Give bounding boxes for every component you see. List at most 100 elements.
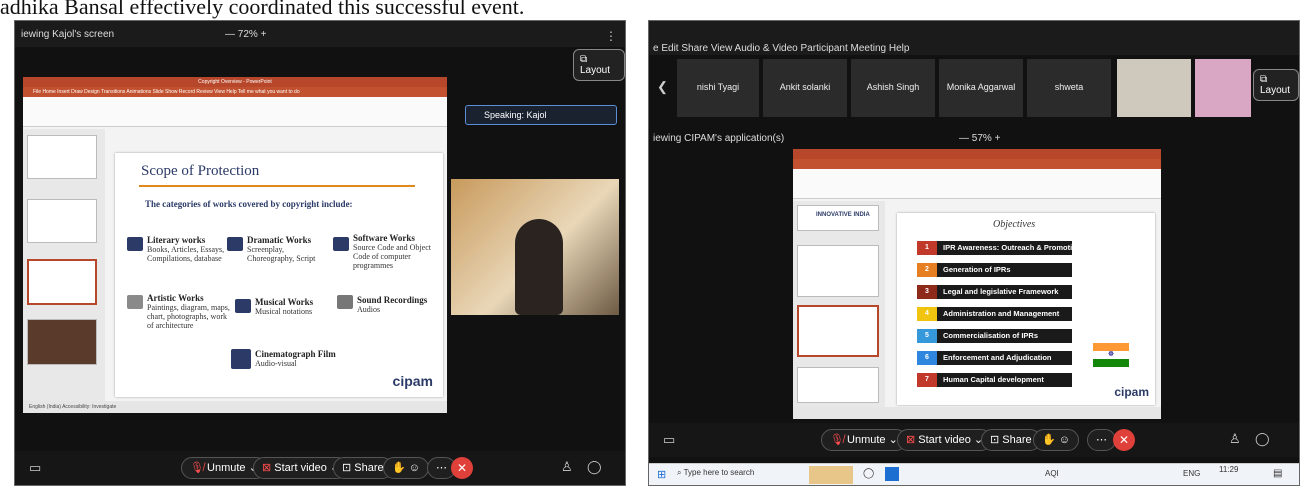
share-button[interactable]: ⊡ Share <box>981 429 1041 451</box>
objective-item: 1 IPR Awareness: Outreach & Promotion <box>917 241 1081 255</box>
objective-item: 6 Enforcement and Adjudication <box>917 351 1072 365</box>
work-title: Sound Recordings <box>357 295 428 305</box>
work-sound: Sound Recordings Audios <box>357 295 437 314</box>
chat-bubble-icon[interactable]: ◯ <box>1255 431 1270 447</box>
notifications-icon[interactable]: ▤ <box>1273 468 1282 479</box>
task-view-icon[interactable]: ◯ <box>863 468 874 479</box>
innovative-india-logo: INNOVATIVE INDIA <box>816 212 870 218</box>
right-control-bar: ▭ 🎙︎̸ Unmute ⌄ ⊠ Start video ⌄ ⊡ Share ✋… <box>649 423 1299 457</box>
ppt-status-bar: English (India) Accessibility: Investiga… <box>23 401 447 413</box>
participants-icon[interactable]: ♙ <box>1229 431 1241 447</box>
objective-item: 5 Commercialisation of IPRs <box>917 329 1072 343</box>
music-notes-icon <box>235 299 251 313</box>
cipam-logo: cipam <box>392 373 433 389</box>
thumbnail[interactable] <box>797 245 879 297</box>
right-top-bar: e Edit Share View Audio & Video Particip… <box>649 21 1299 55</box>
left-meeting-screenshot: iewing Kajol's screen — 72% + ⋮ ⧉ Layout… <box>14 20 626 486</box>
caption-text: adhika Bansal effectively coordinated th… <box>0 0 525 19</box>
thumbnail[interactable] <box>27 135 97 179</box>
film-icon <box>231 349 251 369</box>
more-icon[interactable]: ⋮ <box>605 29 617 43</box>
zoom-control[interactable]: — 72% + <box>225 29 266 40</box>
slide-scope-of-protection: Scope of Protection The categories of wo… <box>115 153 443 397</box>
reactions-button[interactable]: ✋ ☺ <box>383 457 429 479</box>
objective-item: 4 Administration and Management <box>917 307 1072 321</box>
thumbnail-selected[interactable] <box>27 259 97 305</box>
layout-label: Layout <box>1260 85 1291 96</box>
work-dramatic: Dramatic Works Screenplay, Choreography, … <box>247 235 331 263</box>
zoom-control[interactable]: — 57% + <box>959 133 1000 144</box>
viewing-label: iewing Kajol's screen <box>21 29 115 40</box>
work-software: Software Works Source Code and Object Cod… <box>353 233 439 270</box>
work-desc: Screenplay, Choreography, Script <box>247 245 316 263</box>
powerpoint-window: Copyright Overview - PowerPoint File Hom… <box>23 77 447 413</box>
participant-video[interactable] <box>1195 59 1251 117</box>
work-desc: Audios <box>357 305 381 314</box>
palette-icon <box>127 295 143 309</box>
taskbar-widget-icon[interactable] <box>809 466 853 484</box>
more-options-button[interactable]: ⋯ <box>1087 429 1116 451</box>
chat-icon[interactable]: ▭ <box>29 460 41 476</box>
start-video-button[interactable]: ⊠ Start video ⌄ <box>897 429 993 451</box>
participant-video-kajol <box>451 179 619 315</box>
speaking-label: Speaking: Kajol <box>484 110 547 120</box>
language-label: ENG <box>1183 469 1201 478</box>
chat-bubble-icon[interactable]: ◯ <box>587 459 602 475</box>
slide-subtitle: The categories of works covered by copyr… <box>145 199 353 209</box>
unmute-label: Unmute <box>847 434 886 446</box>
computer-icon <box>333 237 349 251</box>
work-desc: Source Code and Object Code of computer … <box>353 243 431 270</box>
menu-bar[interactable]: e Edit Share View Audio & Video Particip… <box>653 43 909 54</box>
layout-button[interactable]: ⧉ Layout <box>1253 69 1299 101</box>
thumbnail-selected[interactable] <box>797 305 879 357</box>
ppt-menu[interactable] <box>793 159 1161 169</box>
share-label: Share <box>1002 434 1032 446</box>
participant-tile[interactable]: Ashish Singh <box>851 59 935 117</box>
work-literary: Literary works Books, Articles, Essays, C… <box>147 235 229 263</box>
slide-title: Objectives <box>993 219 1036 230</box>
layout-button[interactable]: ⧉ Layout <box>573 49 625 81</box>
ppt-menu[interactable]: File Home Insert Draw Design Transitions… <box>23 87 447 97</box>
chat-icon[interactable]: ▭ <box>663 432 675 448</box>
ppt-title: Copyright Overview - PowerPoint <box>23 77 447 87</box>
participant-video[interactable] <box>1117 59 1191 117</box>
participant-tile[interactable]: Ankit solanki <box>763 59 847 117</box>
slide-thumbnails[interactable] <box>23 129 105 401</box>
end-call-button[interactable]: ✕ <box>451 457 473 479</box>
powerpoint-window: INNOVATIVE INDIA Objectives 1 IPR Awarene… <box>793 149 1161 419</box>
objective-number: 2 <box>917 263 937 277</box>
participants-icon[interactable]: ♙ <box>561 459 573 475</box>
reactions-button[interactable]: ✋ ☺ <box>1033 429 1079 451</box>
mic-off-icon: 🎙︎̸ <box>830 434 844 446</box>
objective-text: IPR Awareness: Outreach & Promotion <box>943 243 1082 252</box>
work-title: Cinematograph Film <box>255 349 336 359</box>
camera-off-icon: ⊠ <box>906 434 916 446</box>
start-video-label: Start video <box>274 462 327 474</box>
thumbnail[interactable] <box>797 367 879 403</box>
scroll-left-icon[interactable]: ❮ <box>657 79 668 95</box>
masks-icon <box>227 237 243 251</box>
end-call-button[interactable]: ✕ <box>1113 429 1135 451</box>
viewing-label: iewing CIPAM's application(s) <box>653 133 785 144</box>
taskbar-search[interactable]: ⌕ Type here to search <box>677 468 797 482</box>
thumbnail[interactable] <box>27 319 97 365</box>
windows-start-icon[interactable]: ⊞ <box>657 468 666 481</box>
participant-tile[interactable]: shweta <box>1027 59 1111 117</box>
windows-taskbar: ⊞ ⌕ Type here to search ◯ AQI ENG 11:29 … <box>649 463 1299 485</box>
layout-label: Layout <box>580 65 611 76</box>
thumbnail[interactable] <box>27 199 97 243</box>
ppt-ribbon[interactable] <box>793 169 1161 199</box>
ppt-ribbon[interactable] <box>23 97 447 127</box>
participant-tile[interactable]: Monika Aggarwal <box>939 59 1023 117</box>
work-desc: Musical notations <box>255 307 313 316</box>
cipam-logo: cipam <box>1114 385 1149 399</box>
slide-objectives: Objectives 1 IPR Awareness: Outreach & Pr… <box>897 213 1155 405</box>
thumbnail[interactable]: INNOVATIVE INDIA <box>797 205 879 231</box>
left-control-bar: ▭ 🎙︎̸ Unmute ⌄ ⊠ Start video ⌄ ⊡ Share ✋… <box>15 451 625 485</box>
slide-thumbnails[interactable]: INNOVATIVE INDIA <box>793 201 885 407</box>
objective-item: 7 Human Capital development <box>917 373 1072 387</box>
search-placeholder: Type here to search <box>683 468 755 477</box>
participant-tile[interactable]: nishi Tyagi <box>677 59 759 117</box>
unmute-button[interactable]: 🎙︎̸ Unmute ⌄ <box>821 429 907 451</box>
app-icon[interactable] <box>885 467 899 481</box>
